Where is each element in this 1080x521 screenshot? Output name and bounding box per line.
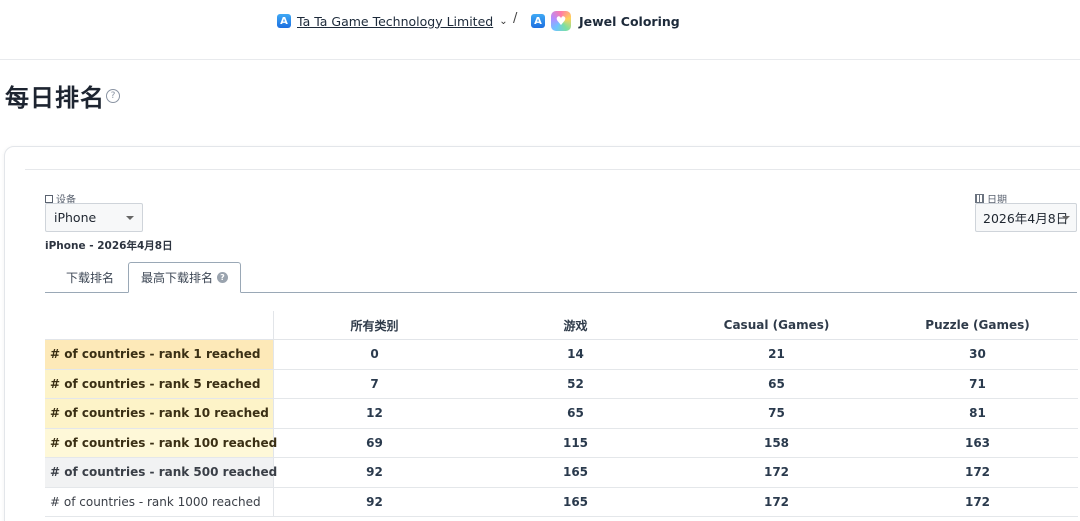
breadcrumb-app[interactable]: A ♥ Jewel Coloring (531, 10, 680, 32)
developer-link[interactable]: Ta Ta Game Technology Limited (297, 14, 493, 29)
table-cell: 65 (768, 376, 785, 391)
table-cell: 165 (562, 494, 589, 509)
row-label: # of countries - rank 100 reached (45, 428, 277, 457)
table-cell: 65 (567, 406, 584, 421)
table-cell: 14 (567, 347, 584, 362)
table-cell: 71 (969, 376, 986, 391)
app-thumbnail-icon: ♥ (551, 11, 571, 31)
table-cell: 81 (969, 406, 986, 421)
row-label: # of countries - rank 500 reached (45, 458, 277, 487)
tab-download-rank[interactable]: 下载排名 (55, 262, 125, 293)
table-cell: 30 (969, 347, 986, 362)
table-cell: 92 (366, 494, 383, 509)
app-store-icon: A (531, 14, 545, 28)
tab-top-download-rank[interactable]: 最高下载排名 ? (128, 262, 241, 293)
top-bar: A Ta Ta Game Technology Limited ⌄ / A ♥ … (0, 0, 1080, 60)
app-store-icon: A (277, 14, 291, 28)
ranking-table: 所有类别 游戏 Casual (Games) Puzzle (Games) # … (45, 311, 1078, 517)
breadcrumb-separator: / (513, 11, 518, 26)
caret-down-icon (1062, 216, 1070, 220)
column-header (45, 311, 274, 339)
page-title: 每日排名 (5, 84, 105, 112)
table-cell: 165 (562, 465, 589, 480)
calendar-icon (975, 194, 984, 203)
table-subtitle: iPhone - 2026年4月8日 (45, 240, 173, 252)
row-label: # of countries - rank 1000 reached (45, 487, 274, 516)
table-cell: 163 (964, 435, 991, 450)
row-label: # of countries - rank 5 reached (45, 369, 274, 398)
row-label: # of countries - rank 1 reached (45, 340, 274, 369)
caret-down-icon (126, 216, 134, 220)
device-icon (45, 194, 53, 203)
table-cell: 7 (370, 376, 379, 391)
table-row: # of countries - rank 1000 reached 92 16… (45, 487, 1078, 517)
table-cell: 172 (763, 465, 790, 480)
table-row: # of countries - rank 100 reached 69 115… (45, 428, 1078, 458)
table-cell: 172 (964, 494, 991, 509)
app-name[interactable]: Jewel Coloring (579, 14, 680, 29)
column-header[interactable]: Casual (Games) (676, 311, 877, 339)
row-label: # of countries - rank 10 reached (45, 399, 274, 428)
table-cell: 21 (768, 347, 785, 362)
device-select-value: iPhone (54, 210, 97, 225)
table-cell: 172 (964, 465, 991, 480)
date-select-value: 2026年4月8日 (983, 211, 1069, 226)
table-cell: 75 (768, 406, 785, 421)
device-select[interactable]: iPhone (45, 203, 143, 232)
help-circle-icon[interactable]: ? (106, 89, 120, 103)
column-header[interactable]: 所有类别 (274, 311, 475, 339)
table-cell: 158 (763, 435, 790, 450)
table-header: 所有类别 游戏 Casual (Games) Puzzle (Games) (45, 311, 1078, 340)
table-row: # of countries - rank 10 reached 12 65 7… (45, 399, 1078, 429)
table-cell: 92 (366, 465, 383, 480)
date-select[interactable]: 2026年4月8日 (975, 203, 1077, 232)
table-row: # of countries - rank 1 reached 0 14 21 … (45, 340, 1078, 370)
breadcrumb-developer[interactable]: A Ta Ta Game Technology Limited ⌄ (277, 10, 508, 32)
table-cell: 12 (366, 406, 383, 421)
table-row: # of countries - rank 500 reached 92 165… (45, 458, 1078, 488)
card-divider (25, 169, 1080, 170)
table-cell: 172 (763, 494, 790, 509)
column-header[interactable]: 游戏 (475, 311, 676, 339)
table-cell: 115 (562, 435, 589, 450)
column-header[interactable]: Puzzle (Games) (877, 311, 1078, 339)
table-cell: 0 (370, 347, 379, 362)
chevron-down-icon[interactable]: ⌄ (499, 16, 507, 27)
table-cell: 52 (567, 376, 584, 391)
question-icon[interactable]: ? (217, 272, 228, 283)
table-row: # of countries - rank 5 reached 7 52 65 … (45, 369, 1078, 399)
table-cell: 69 (366, 435, 383, 450)
